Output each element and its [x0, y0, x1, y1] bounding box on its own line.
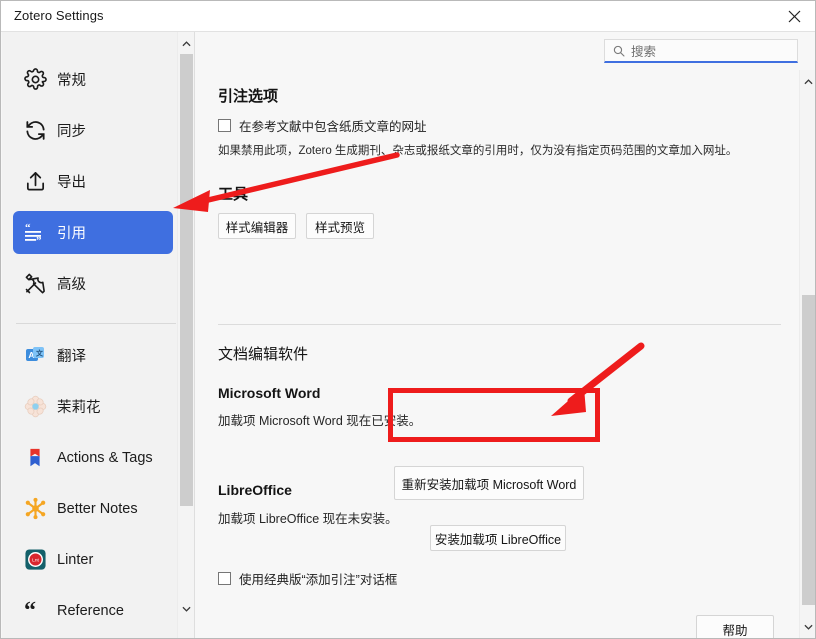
tools-icon	[17, 269, 53, 299]
sidebar-item-reference[interactable]: “ Reference	[13, 589, 185, 632]
sidebar-item-label: 茉莉花	[57, 396, 101, 417]
svg-text:文: 文	[36, 348, 44, 357]
sidebar-item-label: 常规	[57, 69, 86, 90]
jasmine-flower-icon	[17, 392, 53, 422]
sidebar-item-partial[interactable]	[13, 632, 185, 639]
svg-text:“: “	[24, 599, 36, 623]
node-graph-icon	[17, 494, 53, 524]
libreoffice-status: 加载项 LibreOffice 现在未安装。	[218, 508, 398, 527]
sidebar-scrollbar[interactable]	[177, 32, 194, 639]
quotation-mark-icon: “	[17, 596, 53, 626]
sidebar-item-cite[interactable]: “ ” 引用	[13, 211, 173, 254]
help-button[interactable]: 帮助	[696, 615, 774, 639]
chevron-up-icon	[182, 34, 191, 52]
sidebar-scroll-up-button[interactable]	[178, 34, 195, 51]
main-scrollbar[interactable]	[799, 70, 816, 639]
sidebar-item-jasmine[interactable]: 茉莉花	[13, 385, 173, 428]
sidebar-item-label: Linter	[57, 552, 93, 568]
include-urls-checkbox[interactable]	[218, 119, 231, 132]
word-processors-heading: 文档编辑软件	[218, 343, 308, 364]
style-preview-button[interactable]: 样式预览	[306, 213, 374, 239]
main-scroll-up-button[interactable]	[800, 72, 816, 89]
microsoft-word-status: 加载项 Microsoft Word 现在已安装。	[218, 410, 421, 429]
gear-icon	[17, 65, 53, 95]
settings-window: Zotero Settings 常规	[0, 0, 816, 639]
citation-options-description: 如果禁用此项，Zotero 生成期刊、杂志或报纸文章的引用时，仅为没有指定页码范…	[218, 142, 737, 158]
quote-lines-icon: “ ”	[17, 218, 53, 248]
classic-dialog-checkbox-row[interactable]: 使用经典版“添加引注”对话框	[218, 569, 397, 588]
chevron-down-icon	[182, 600, 191, 618]
sidebar-scrollbar-thumb[interactable]	[180, 54, 193, 506]
linter-badge-icon: Lnt	[17, 545, 53, 575]
sidebar-item-label: 导出	[57, 171, 86, 192]
chevron-up-icon	[804, 72, 813, 90]
sidebar-item-label: 同步	[57, 120, 86, 141]
main-scrollbar-thumb[interactable]	[802, 295, 815, 605]
svg-text:Lnt: Lnt	[32, 558, 39, 564]
sidebar-item-linter[interactable]: Lnt Linter	[13, 538, 185, 581]
include-urls-checkbox-label: 在参考文献中包含纸质文章的网址	[239, 116, 427, 135]
sidebar-item-label: Better Notes	[57, 501, 138, 517]
bookmark-icon	[17, 443, 53, 473]
sidebar-item-general[interactable]: 常规	[13, 58, 173, 101]
close-icon	[788, 10, 801, 23]
classic-dialog-checkbox[interactable]	[218, 572, 231, 585]
search-placeholder-text: 搜索	[631, 41, 656, 60]
settings-main-panel: 搜索 引注选项 在参考文献中包含纸质文章的网址 如果禁用此项，Zotero 生成…	[196, 32, 816, 639]
close-button[interactable]	[772, 1, 816, 32]
settings-content: 引注选项 在参考文献中包含纸质文章的网址 如果禁用此项，Zotero 生成期刊、…	[196, 70, 800, 639]
title-bar: Zotero Settings	[1, 1, 816, 32]
sidebar-item-export[interactable]: 导出	[13, 160, 173, 203]
search-icon	[613, 45, 625, 57]
sidebar-divider	[16, 323, 176, 324]
sidebar-item-label: 翻译	[57, 345, 86, 366]
sidebar-nav: 常规 同步 导出	[2, 32, 195, 639]
sidebar-item-sync[interactable]: 同步	[13, 109, 173, 152]
libreoffice-title: LibreOffice	[218, 482, 292, 498]
sidebar-item-actions-tags[interactable]: Actions & Tags	[13, 436, 185, 479]
svg-text:”: ”	[36, 235, 42, 245]
translate-icon: A 文	[17, 341, 53, 371]
chevron-down-icon	[804, 618, 813, 636]
include-urls-checkbox-row[interactable]: 在参考文献中包含纸质文章的网址	[218, 116, 427, 135]
tools-heading: 工具	[218, 183, 248, 204]
section-divider	[218, 324, 781, 325]
reinstall-word-addon-button[interactable]: 重新安装加载项 Microsoft Word	[394, 466, 584, 500]
sync-icon	[17, 116, 53, 146]
citation-options-heading: 引注选项	[218, 85, 278, 106]
export-icon	[17, 167, 53, 197]
sidebar-scroll-down-button[interactable]	[178, 600, 195, 617]
search-box[interactable]: 搜索	[604, 39, 798, 63]
search-input[interactable]: 搜索	[604, 39, 798, 63]
sidebar-item-label: Reference	[57, 603, 124, 619]
sidebar-item-translate[interactable]: A 文 翻译	[13, 334, 173, 377]
main-scroll-down-button[interactable]	[800, 618, 816, 635]
microsoft-word-title: Microsoft Word	[218, 385, 320, 401]
window-title: Zotero Settings	[14, 8, 104, 23]
sidebar-item-label: 高级	[57, 273, 86, 294]
classic-dialog-checkbox-label: 使用经典版“添加引注”对话框	[239, 569, 397, 588]
sidebar-item-better-notes[interactable]: Better Notes	[13, 487, 185, 530]
sidebar-item-label: 引用	[57, 222, 86, 243]
sidebar-item-label: Actions & Tags	[57, 450, 153, 466]
sidebar-item-advanced[interactable]: 高级	[13, 262, 173, 305]
install-libreoffice-addon-button[interactable]: 安装加载项 LibreOffice	[430, 525, 566, 551]
style-editor-button[interactable]: 样式编辑器	[218, 213, 296, 239]
